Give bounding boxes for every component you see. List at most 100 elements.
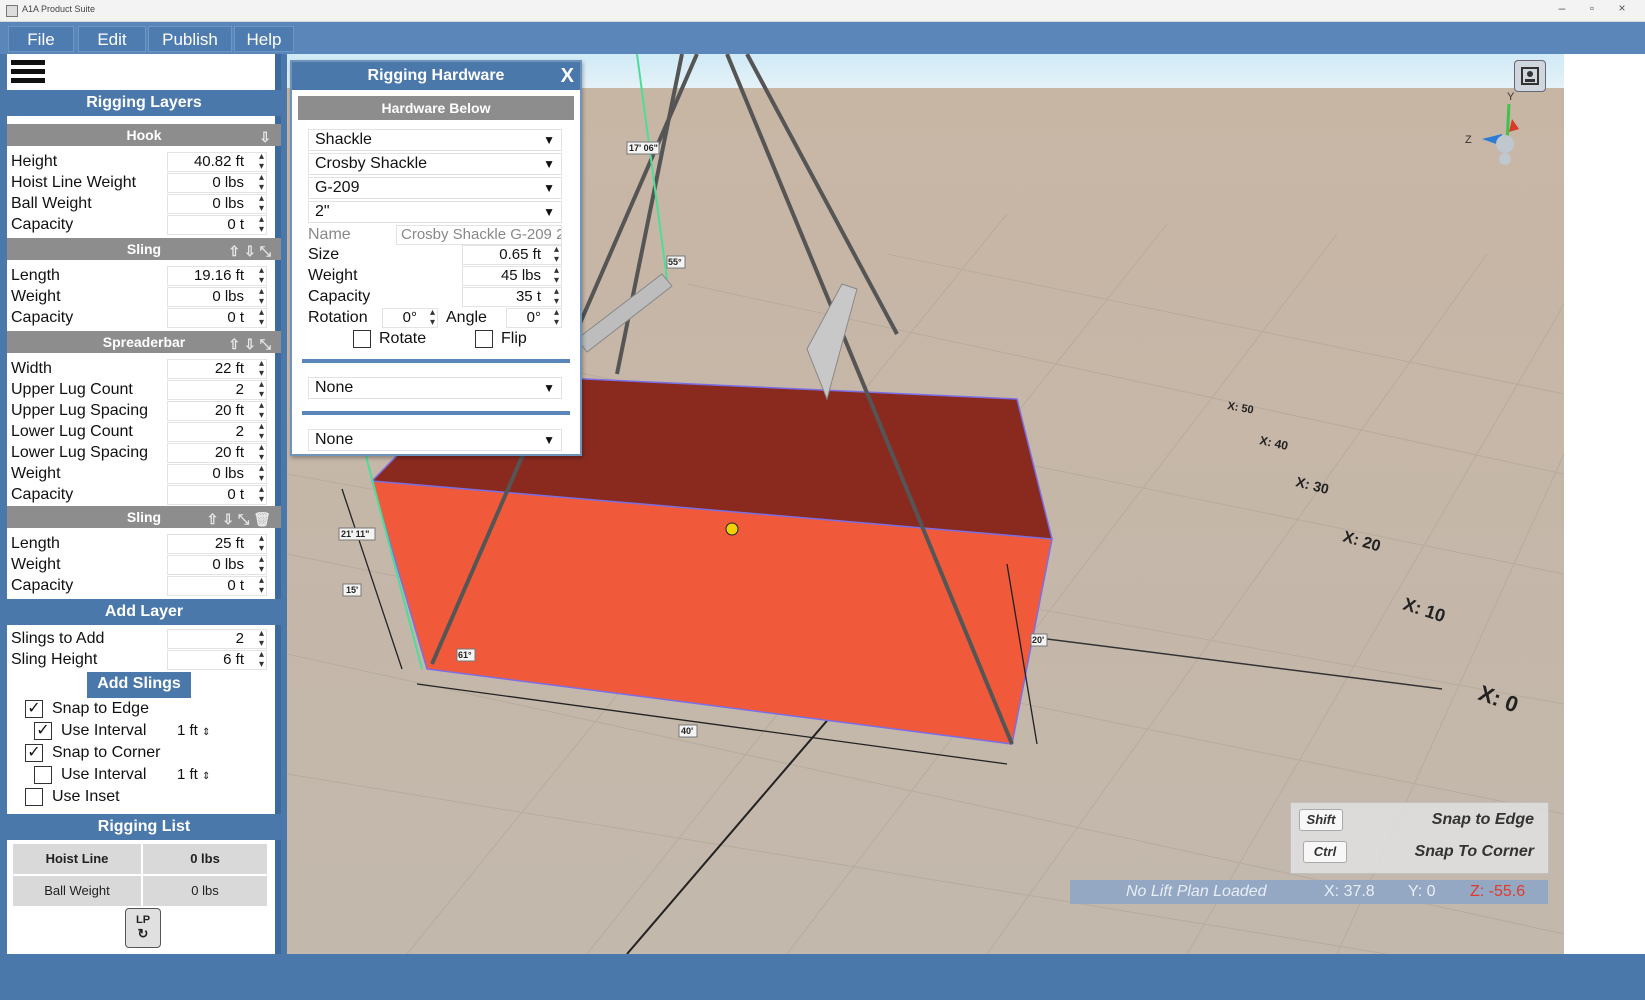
list-item[interactable]: Ball Weight	[13, 876, 141, 906]
spinner-icon[interactable]: ▴ ▾	[259, 485, 264, 505]
slings-to-add-row: Slings to Add 2 ▴ ▾	[7, 629, 281, 649]
shift-key: Shift	[1299, 809, 1343, 831]
spinner-icon[interactable]: ▴ ▾	[259, 359, 264, 379]
field-label: Upper Lug Spacing	[11, 402, 148, 419]
spinner-icon[interactable]: ▴ ▾	[259, 194, 264, 214]
upper-lug-count-input[interactable]: 2 ▴ ▾	[167, 380, 267, 400]
use-inset-checkbox[interactable]	[25, 788, 43, 806]
close-window-icon[interactable]: ×	[1612, 1, 1632, 15]
hoist-line-weight-input[interactable]: 0 lbs ▴ ▾	[167, 173, 267, 193]
field-label: Lower Lug Spacing	[11, 444, 148, 461]
center-of-gravity-icon[interactable]	[725, 522, 739, 536]
lift-plan-status: No Lift Plan Loaded	[1126, 883, 1267, 900]
weight-input[interactable]: 45 lbs ▴ ▾	[462, 266, 562, 286]
spreader-width-input[interactable]: 22 ft ▴ ▾	[167, 359, 267, 379]
flip-checkbox[interactable]	[475, 330, 493, 348]
hardware-below-select-1[interactable]: None ▼	[308, 377, 562, 399]
spinner-icon[interactable]: ▴ ▾	[259, 380, 264, 400]
menu-help[interactable]: Help	[234, 26, 294, 52]
hook-capacity-input[interactable]: 0 t ▴ ▾	[167, 215, 267, 235]
sling1-move-icons[interactable]: ⇧⇩⤡	[228, 240, 275, 262]
spinner-icon[interactable]: ▴ ▾	[259, 287, 264, 307]
upper-lug-spacing-input[interactable]: 20 ft ▴ ▾	[167, 401, 267, 421]
close-icon[interactable]: X	[561, 62, 574, 90]
snap-to-edge-checkbox[interactable]: ✓	[25, 700, 43, 718]
rotate-checkbox[interactable]	[353, 330, 371, 348]
ball-weight-input[interactable]: 0 lbs ▴ ▾	[167, 194, 267, 214]
spinner-icon[interactable]: ▴ ▾	[554, 266, 559, 286]
spinner-icon[interactable]: ▴ ▾	[259, 215, 264, 235]
sling1-length-input[interactable]: 19.16 ft ▴ ▾	[167, 266, 267, 286]
menu-bar: File Edit Publish Help	[0, 22, 1645, 54]
chevron-down-icon: ▼	[543, 433, 555, 447]
size-input[interactable]: 0.65 ft ▴ ▾	[462, 245, 562, 265]
sling-height-input[interactable]: 6 ft ▴ ▾	[167, 650, 267, 670]
snap-to-corner-checkbox[interactable]: ✓	[25, 744, 43, 762]
lower-lug-spacing-input[interactable]: 20 ft ▴ ▾	[167, 443, 267, 463]
spinner-icon[interactable]: ▴ ▾	[259, 152, 264, 172]
spinner-icon[interactable]: ▴ ▾	[259, 422, 264, 442]
spinner-icon[interactable]: ▴ ▾	[554, 308, 559, 328]
rotation-input[interactable]: 0° ▴ ▾	[382, 308, 438, 328]
spinner-icon[interactable]: ▴ ▾	[259, 464, 264, 484]
sling1-capacity-input[interactable]: 0 t ▴ ▾	[167, 308, 267, 328]
spinner-icon[interactable]: ▴ ▾	[259, 266, 264, 286]
lift-plan-button[interactable]: LP ↻	[125, 908, 161, 948]
sling2-weight-input[interactable]: 0 lbs ▴ ▾	[167, 555, 267, 575]
lower-lug-spacing-row: Lower Lug Spacing 20 ft ▴ ▾	[7, 443, 281, 463]
spinner-icon[interactable]: ▴ ▾	[259, 629, 264, 649]
sling2-capacity-input[interactable]: 0 t ▴ ▾	[167, 576, 267, 596]
sling1-length-row: Length 19.16 ft ▴ ▾	[7, 266, 281, 286]
spinner-icon[interactable]: ▴ ▾	[259, 555, 264, 575]
spinner-icon[interactable]: ▴ ▾	[554, 245, 559, 265]
spinner-icon[interactable]: ▴ ▾	[259, 401, 264, 421]
hardware-model-select[interactable]: G-209 ▼	[308, 177, 562, 199]
spinner-icon[interactable]: ▴ ▾	[430, 308, 435, 328]
spinner-icon[interactable]: ▴ ▾	[259, 308, 264, 328]
spinner-icon[interactable]: ▴ ▾	[259, 650, 264, 670]
field-label: Weight	[11, 288, 61, 305]
dim-side: 15'	[346, 585, 358, 595]
menu-edit[interactable]: Edit	[78, 26, 146, 52]
angle-input[interactable]: 0° ▴ ▾	[506, 308, 562, 328]
hamburger-menu-icon[interactable]	[11, 60, 45, 86]
hardware-size-select[interactable]: 2" ▼	[308, 201, 562, 223]
sling1-weight-input[interactable]: 0 lbs ▴ ▾	[167, 287, 267, 307]
use-interval-1-checkbox[interactable]: ✓	[34, 722, 52, 740]
spinner-icon[interactable]: ▴ ▾	[259, 173, 264, 193]
title-bar: A1A Product Suite – ▫ ×	[0, 0, 1645, 22]
hook-height-input[interactable]: 40.82 ft ▴ ▾	[167, 152, 267, 172]
menu-file[interactable]: File	[8, 26, 74, 52]
camera-icon[interactable]	[1514, 60, 1546, 92]
spreader-weight-input[interactable]: 0 lbs ▴ ▾	[167, 464, 267, 484]
interval-2-input[interactable]: 1 ft ⇕	[177, 766, 210, 783]
spinner-icon[interactable]: ▴ ▾	[259, 443, 264, 463]
hardware-brand-select[interactable]: Crosby Shackle ▼	[308, 153, 562, 175]
minimize-icon[interactable]: –	[1552, 1, 1572, 15]
field-label: Height	[11, 153, 58, 170]
menu-publish[interactable]: Publish	[148, 26, 232, 52]
sling2-length-input[interactable]: 25 ft ▴ ▾	[167, 534, 267, 554]
spinner-icon[interactable]: ▴ ▾	[259, 534, 264, 554]
slings-to-add-input[interactable]: 2 ▴ ▾	[167, 629, 267, 649]
sling2-move-icons[interactable]: ⇧⇩⤡🗑	[207, 508, 275, 530]
use-interval-2-checkbox[interactable]	[34, 766, 52, 784]
use-interval-2-label: Use Interval	[61, 766, 147, 783]
spreaderbar-move-icons[interactable]: ⇧⇩⤡	[228, 333, 275, 355]
snap-to-corner-label: Snap to Corner	[52, 744, 161, 761]
spinner-icon[interactable]: ▴ ▾	[554, 287, 559, 307]
interval-1-input[interactable]: 1 ft ⇕	[177, 722, 210, 739]
restore-icon[interactable]: ▫	[1582, 1, 1602, 15]
hardware-below-select-2[interactable]: None ▼	[308, 429, 562, 451]
arrow-down-icon[interactable]: ⇩	[259, 126, 275, 148]
capacity-input[interactable]: 35 t ▴ ▾	[462, 287, 562, 307]
field-label: Capacity	[11, 216, 74, 233]
dim-depth: 20'	[1032, 635, 1044, 645]
list-item[interactable]: Hoist Line	[13, 844, 141, 874]
spinner-icon[interactable]: ▴ ▾	[259, 576, 264, 596]
lower-lug-count-input[interactable]: 2 ▴ ▾	[167, 422, 267, 442]
hardware-type-select[interactable]: Shackle ▼	[308, 129, 562, 151]
add-slings-button[interactable]: Add Slings	[87, 672, 191, 698]
spreader-capacity-input[interactable]: 0 t ▴ ▾	[167, 485, 267, 505]
dim-height: 21' 11"	[341, 529, 369, 539]
